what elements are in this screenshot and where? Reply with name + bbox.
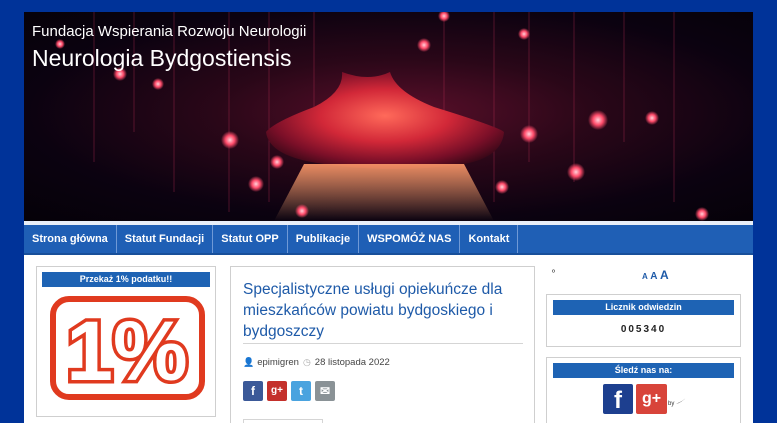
post-tab (243, 419, 323, 423)
header-art (55, 12, 709, 221)
nav-item-opp-statute[interactable]: Statut OPP (213, 225, 288, 253)
post-date: 28 listopada 2022 (314, 357, 390, 368)
swoosh-logo-icon (676, 396, 688, 404)
follow-us-widget: Śledź nas na: f g+ by (546, 357, 741, 423)
site-title[interactable]: Neurologia Bydgostiensis (32, 45, 292, 72)
follow-us-title: Śledź nas na: (553, 363, 734, 378)
nav-item-support-us[interactable]: WSPOMÓŻ NAS (359, 225, 461, 253)
google-plus-share-icon[interactable]: g+ (267, 381, 287, 401)
font-size-tools: º A A A (546, 268, 746, 282)
nav-item-home[interactable]: Strona główna (24, 225, 117, 253)
one-percent-widget-title: Przekaż 1% podatku!! (42, 272, 210, 287)
clock-icon: ◷ (302, 357, 311, 367)
nav-item-contact[interactable]: Kontakt (460, 225, 519, 253)
font-size-switcher: A A A (642, 268, 669, 282)
author-icon: 👤 (243, 357, 255, 367)
font-size-small[interactable]: A (642, 272, 648, 281)
font-size-medium[interactable]: A (650, 271, 657, 282)
post-divider (243, 343, 523, 344)
nav-item-publications[interactable]: Publikacje (288, 225, 360, 253)
visit-counter-title: Licznik odwiedzin (553, 300, 734, 315)
nav-item-statute[interactable]: Statut Fundacji (117, 225, 214, 253)
one-percent-badge[interactable]: 1% (50, 296, 205, 400)
post-meta: 👤 epimigren ◷ 28 listopada 2022 (243, 357, 390, 368)
by-label: by (668, 401, 675, 407)
visit-counter-value: 005340 (620, 324, 667, 335)
main-navigation: Strona główna Statut Fundacji Statut OPP… (24, 225, 753, 255)
email-share-icon[interactable]: ✉ (315, 381, 335, 401)
post-author[interactable]: epimigren (257, 357, 299, 368)
twitter-share-icon[interactable]: t (291, 381, 311, 401)
font-size-large[interactable]: A (660, 268, 669, 282)
google-plus-follow-icon[interactable]: g+ (636, 384, 667, 414)
page: Fundacja Wspierania Rozwoju Neurologii N… (24, 12, 753, 423)
one-percent-badge-text: 1% (66, 304, 187, 398)
one-percent-widget: Przekaż 1% podatku!! 1% (36, 266, 216, 417)
post-title[interactable]: Specjalistyczne usługi opiekuńcze dla mi… (243, 279, 523, 342)
visit-counter-widget: Licznik odwiedzin 005340 (546, 294, 741, 347)
facebook-follow-icon[interactable]: f (603, 384, 633, 414)
post-card: Specjalistyczne usługi opiekuńcze dla mi… (230, 266, 535, 423)
facebook-share-icon[interactable]: f (243, 381, 263, 401)
site-header: Fundacja Wspierania Rozwoju Neurologii N… (24, 12, 753, 221)
organization-name: Fundacja Wspierania Rozwoju Neurologii (32, 23, 307, 40)
share-buttons: f g+ t ✉ (243, 381, 335, 401)
reset-font-icon[interactable]: º (552, 268, 555, 277)
